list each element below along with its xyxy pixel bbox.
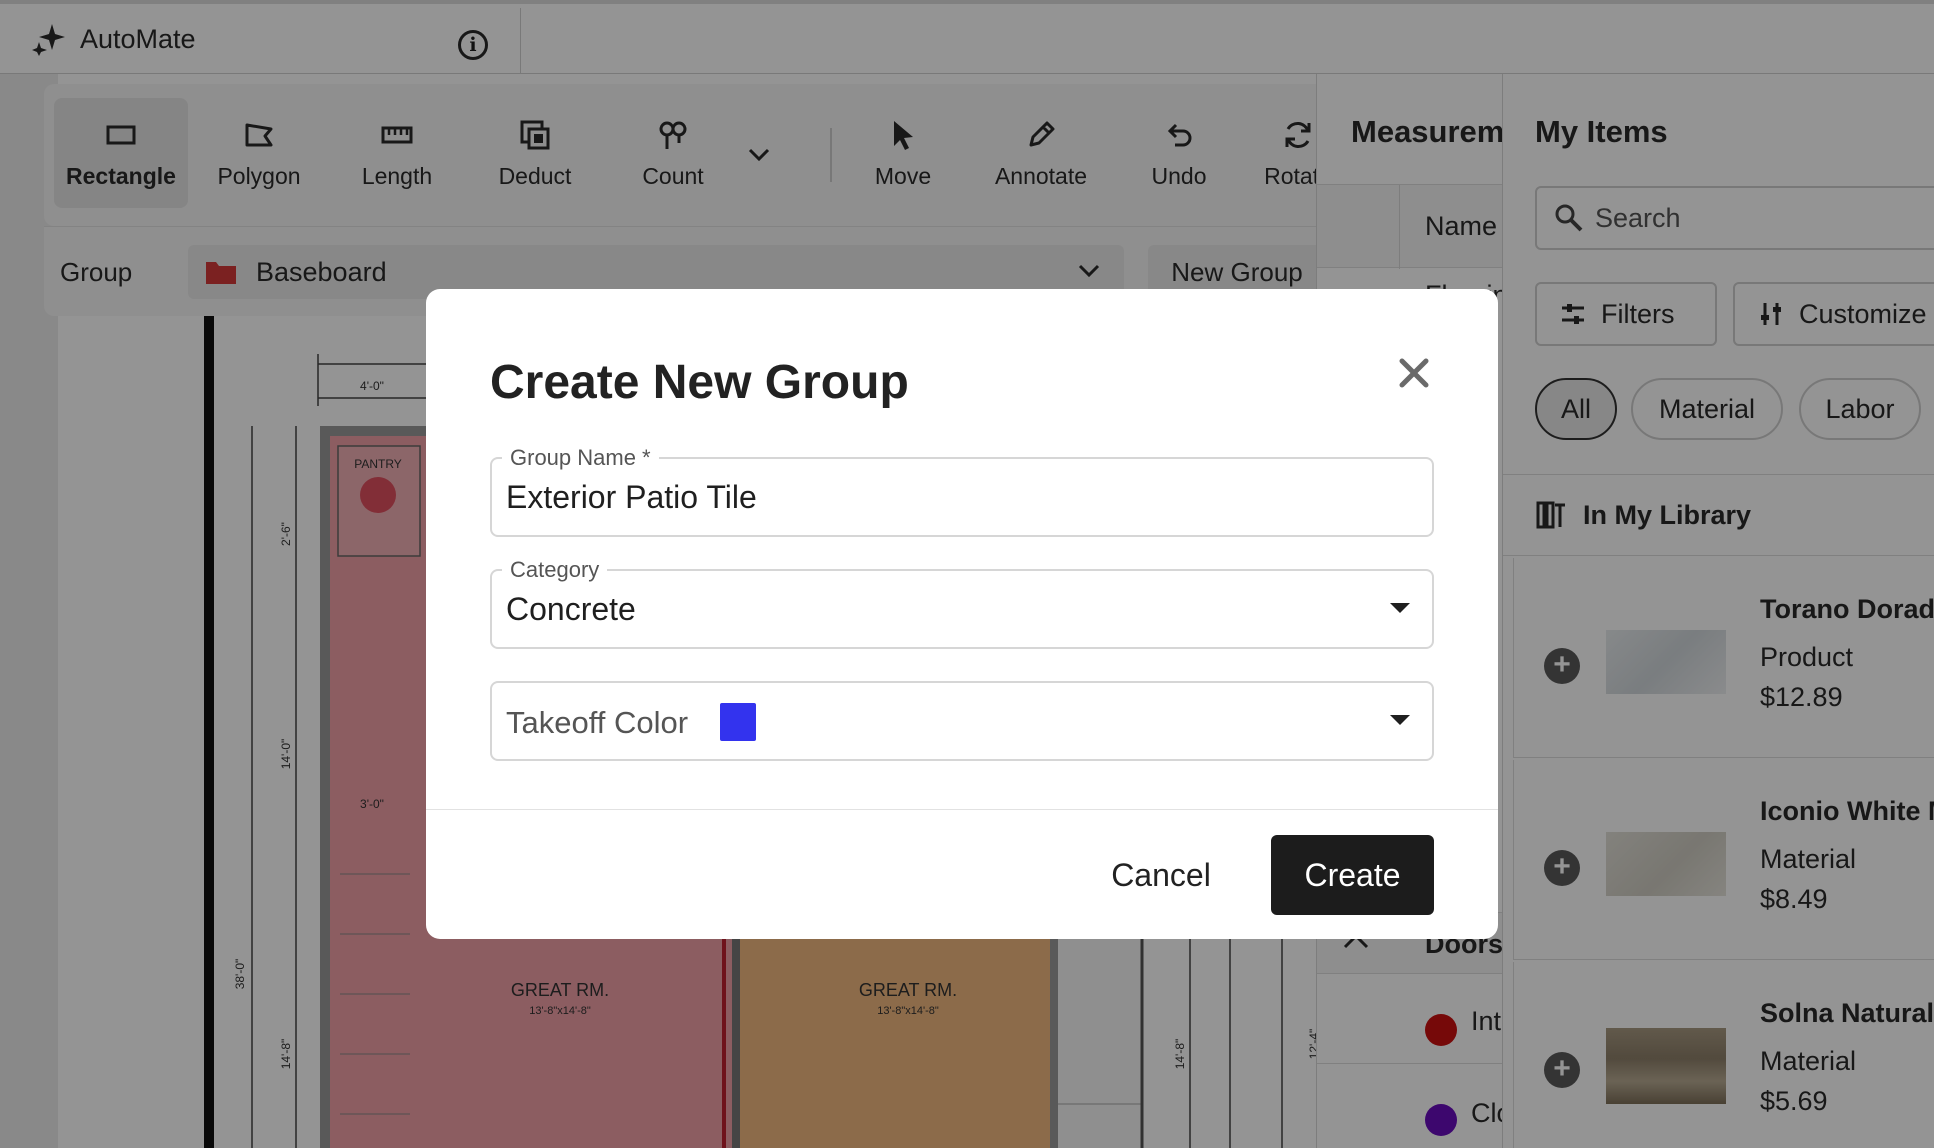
takeoff-color-select[interactable]: Takeoff Color [490, 681, 1434, 761]
close-icon[interactable] [1392, 351, 1436, 395]
create-group-dialog: Create New Group Group Name * Exterior P… [426, 289, 1498, 939]
create-button[interactable]: Create [1271, 835, 1434, 915]
group-name-label: Group Name * [502, 445, 659, 471]
category-select[interactable]: Category Concrete [490, 557, 1434, 649]
dialog-divider [426, 809, 1498, 810]
category-value: Concrete [506, 591, 636, 627]
category-label: Category [502, 557, 608, 583]
color-swatch [720, 703, 756, 741]
takeoff-color-label: Takeoff Color [506, 705, 689, 740]
cancel-button[interactable]: Cancel [1086, 835, 1236, 915]
dropdown-caret-icon [1390, 603, 1410, 613]
dropdown-caret-icon [1390, 715, 1410, 725]
group-name-field[interactable]: Group Name * Exterior Patio Tile [490, 445, 1434, 537]
dialog-title: Create New Group [490, 356, 909, 409]
group-name-value: Exterior Patio Tile [506, 479, 757, 515]
